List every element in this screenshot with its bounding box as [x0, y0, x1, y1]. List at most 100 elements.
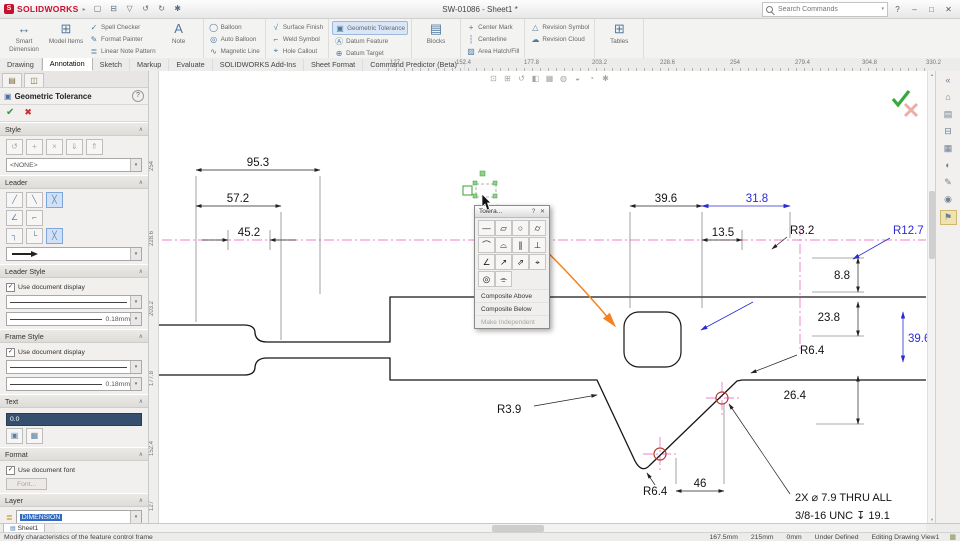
dimension[interactable]: 23.8 — [818, 312, 840, 324]
format-painter-button[interactable]: ✎ Format Painter — [87, 33, 158, 45]
search-dropdown-icon[interactable]: ▾ — [881, 6, 884, 12]
total-runout-symbol-button[interactable]: ⇗ — [512, 254, 529, 270]
frame-line-thickness-select[interactable]: 0.18mm — [6, 377, 142, 391]
dimension[interactable]: 57.2 — [227, 193, 249, 205]
zoom-area-icon[interactable]: ⊞ — [502, 73, 513, 84]
font-button[interactable]: Font... — [6, 478, 47, 490]
geometric-tolerance-button[interactable]: ▣ Geometric Tolerance — [332, 21, 408, 35]
tolerance-text-input[interactable]: 0.0 — [6, 413, 142, 426]
profile-of-line-symbol-button[interactable]: ⌒ — [478, 237, 495, 253]
perpendicular-leader-button[interactable]: ╳ — [46, 228, 63, 244]
parallelism-symbol-button[interactable]: ∥ — [512, 237, 529, 253]
balloon-button[interactable]: ◯ Balloon — [207, 21, 262, 33]
confirmation-corner[interactable] — [893, 91, 917, 116]
style-select[interactable]: <NONE> — [6, 158, 142, 172]
chevron-down-icon[interactable] — [130, 511, 141, 523]
dimension[interactable]: R6.4 — [643, 486, 668, 498]
centerline-button[interactable]: ┆ Centerline — [464, 33, 521, 45]
bent-leader-button[interactable]: └ — [26, 228, 43, 244]
toolbar-help-icon[interactable]: ? — [529, 209, 538, 215]
display-style-icon[interactable]: ◍ — [558, 73, 569, 84]
use-document-display-checkbox[interactable]: Use document display — [6, 283, 142, 292]
delete-style-icon[interactable]: × — [46, 139, 63, 155]
open-file-icon[interactable]: ⊟ — [107, 2, 121, 16]
auto-leader-button[interactable]: ╳ — [46, 192, 63, 208]
configuration-manager-tab[interactable]: ◫ — [24, 73, 44, 87]
revision-symbol-button[interactable]: △ Revision Symbol — [528, 21, 591, 33]
area-hatch-fill-button[interactable]: ▨ Area Hatch/Fill — [464, 45, 521, 57]
spell-checker-button[interactable]: ✓ Spell Checker — [87, 21, 158, 33]
ok-button[interactable]: ✔ — [6, 107, 14, 118]
no-leader-button[interactable]: ╲ — [26, 192, 43, 208]
hide-show-items-icon[interactable]: ◒ — [572, 73, 583, 84]
revision-cloud-button[interactable]: ☁ Revision Cloud — [528, 33, 591, 45]
hole-callout-button[interactable]: ⌖ Hole Callout — [269, 45, 325, 57]
dimension[interactable]: R3.2 — [790, 225, 814, 237]
symmetry-symbol-button[interactable]: ⌯ — [495, 271, 512, 287]
view-settings-icon[interactable]: ✱ — [600, 73, 611, 84]
linear-note-pattern-button[interactable]: ≣ Linear Note Pattern — [87, 45, 158, 57]
section-view-icon[interactable]: ◧ — [530, 73, 541, 84]
dimension[interactable]: R6.4 — [800, 345, 825, 357]
cancel-button[interactable]: ✖ — [24, 107, 32, 118]
custom-properties-icon[interactable]: ✎ — [941, 176, 956, 189]
tab-drawing[interactable]: Drawing — [0, 59, 42, 71]
chevron-down-icon[interactable] — [130, 313, 141, 325]
drawing-canvas[interactable]: 95.3 57.2 45.2 39.6 31.8 13.5 R3.2 R12.7… — [158, 71, 928, 523]
section-format-header[interactable]: Format — [0, 447, 148, 461]
dimension[interactable]: 26.4 — [784, 390, 807, 402]
leader-line-thickness-select[interactable]: 0.18mm — [6, 312, 142, 326]
search-input[interactable] — [776, 5, 881, 14]
dimension[interactable]: 46 — [694, 478, 707, 490]
appearances-icon[interactable]: ◐ — [941, 159, 956, 172]
insert-symbol-button[interactable]: ▣ — [6, 428, 23, 444]
section-style-header[interactable]: Style — [0, 122, 148, 136]
dimension[interactable]: 45.2 — [238, 227, 260, 239]
magnetic-line-button[interactable]: ∿ Magnetic Line — [207, 45, 262, 57]
profile-of-surface-symbol-button[interactable]: ⌓ — [495, 237, 512, 253]
undo-icon[interactable]: ↺ — [139, 2, 153, 16]
circular-runout-symbol-button[interactable]: ↗ — [495, 254, 512, 270]
options-icon[interactable]: ✱ — [171, 2, 185, 16]
add-style-icon[interactable]: + — [26, 139, 43, 155]
property-manager-tab[interactable]: ▤ — [2, 73, 22, 87]
center-mark-button[interactable]: + Center Mark — [464, 21, 521, 33]
tab-solidworks-add-ins[interactable]: SOLIDWORKS Add-Ins — [213, 59, 304, 71]
menu-expand-icon[interactable]: ▸ — [83, 6, 86, 13]
new-file-icon[interactable]: ▢ — [91, 2, 105, 16]
view-orientation-icon[interactable]: ▦ — [544, 73, 555, 84]
tab-annotation[interactable]: Annotation — [42, 58, 93, 71]
flatness-symbol-button[interactable]: ▱ — [495, 220, 512, 236]
help-button[interactable]: ? — [890, 3, 905, 16]
horizontal-scroll-thumb[interactable] — [492, 525, 544, 532]
save-icon[interactable]: ▽ — [123, 2, 137, 16]
section-frame-style-header[interactable]: Frame Style — [0, 329, 148, 343]
chevron-down-icon[interactable] — [130, 248, 141, 260]
use-document-font-checkbox[interactable]: Use document font — [6, 466, 142, 475]
composite-below-menu-item[interactable]: Composite Below — [475, 302, 549, 315]
collapse-task-pane-icon[interactable]: « — [941, 74, 956, 87]
use-document-display-checkbox[interactable]: Use document display — [6, 348, 142, 357]
load-style-icon[interactable]: ⇑ — [86, 139, 103, 155]
resources-icon[interactable]: ⌂ — [941, 91, 956, 104]
dimension[interactable]: 31.8 — [746, 193, 768, 205]
previous-view-icon[interactable]: ↺ — [516, 73, 527, 84]
section-leader-header[interactable]: Leader — [0, 175, 148, 189]
arrow-style-select[interactable] — [6, 247, 142, 261]
panel-help-icon[interactable]: ? — [132, 90, 144, 102]
maximize-button[interactable]: □ — [924, 3, 939, 16]
tab-sheet-format[interactable]: Sheet Format — [304, 59, 363, 71]
dimension[interactable]: 39.6 — [908, 333, 928, 345]
weld-symbol-button[interactable]: ⌐ Weld Symbol — [269, 33, 325, 45]
dimension[interactable]: 39.6 — [655, 193, 677, 205]
close-button[interactable]: ✕ — [941, 3, 956, 16]
edit-appearance-icon[interactable]: ◔ — [586, 73, 597, 84]
view-palette-icon[interactable]: ▦ — [941, 142, 956, 155]
layer-select[interactable]: DIMENSION — [16, 510, 142, 523]
tab-evaluate[interactable]: Evaluate — [169, 59, 212, 71]
surface-finish-button[interactable]: √ Surface Finish — [269, 21, 325, 33]
minimize-button[interactable]: – — [907, 3, 922, 16]
hole-callout-note[interactable]: 2X ⌀ 7.9 THRU ALL — [795, 492, 892, 504]
straight-leader-button[interactable]: ┐ — [6, 228, 23, 244]
zoom-fit-icon[interactable]: ⊡ — [488, 73, 499, 84]
